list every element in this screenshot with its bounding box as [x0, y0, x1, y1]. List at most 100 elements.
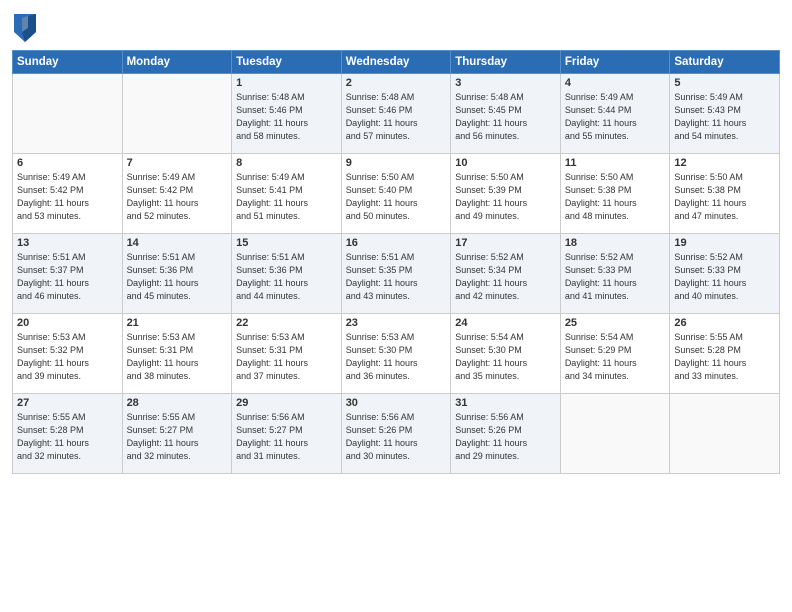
day-number: 25	[565, 317, 666, 329]
day-number: 18	[565, 237, 666, 249]
calendar-cell	[13, 74, 123, 154]
day-number: 3	[455, 77, 556, 89]
logo	[12, 14, 36, 42]
calendar-cell: 3 Sunrise: 5:48 AM Sunset: 5:45 PM Daylig…	[451, 74, 561, 154]
day-number: 16	[346, 237, 447, 249]
day-info: Sunrise: 5:49 AM Sunset: 5:43 PM Dayligh…	[674, 91, 775, 143]
calendar-header: SundayMondayTuesdayWednesdayThursdayFrid…	[13, 51, 780, 74]
calendar-cell: 20Sunrise: 5:53 AM Sunset: 5:32 PM Dayli…	[13, 314, 123, 394]
weekday-header-tuesday: Tuesday	[232, 51, 342, 74]
day-info: Sunrise: 5:52 AM Sunset: 5:33 PM Dayligh…	[674, 251, 775, 303]
calendar-cell: 30 Sunrise: 5:56 AM Sunset: 5:26 PM Dayli…	[341, 394, 451, 474]
calendar-cell: 15Sunrise: 5:51 AM Sunset: 5:36 PM Dayli…	[232, 234, 342, 314]
calendar-cell: 22 Sunrise: 5:53 AM Sunset: 5:31 PM Dayli…	[232, 314, 342, 394]
page-header	[12, 10, 780, 42]
weekday-header-saturday: Saturday	[670, 51, 780, 74]
day-info: Sunrise: 5:54 AM Sunset: 5:30 PM Dayligh…	[455, 331, 556, 383]
weekday-header-sunday: Sunday	[13, 51, 123, 74]
day-number: 24	[455, 317, 556, 329]
day-info: Sunrise: 5:56 AM Sunset: 5:26 PM Dayligh…	[346, 411, 447, 463]
week-row-4: 20Sunrise: 5:53 AM Sunset: 5:32 PM Dayli…	[13, 314, 780, 394]
day-info: Sunrise: 5:50 AM Sunset: 5:39 PM Dayligh…	[455, 171, 556, 223]
calendar-cell: 28 Sunrise: 5:55 AM Sunset: 5:27 PM Dayli…	[122, 394, 232, 474]
day-info: Sunrise: 5:54 AM Sunset: 5:29 PM Dayligh…	[565, 331, 666, 383]
day-info: Sunrise: 5:51 AM Sunset: 5:36 PM Dayligh…	[127, 251, 228, 303]
day-number: 8	[236, 157, 337, 169]
calendar-cell: 4 Sunrise: 5:49 AM Sunset: 5:44 PM Daylig…	[560, 74, 670, 154]
weekday-header-wednesday: Wednesday	[341, 51, 451, 74]
calendar-cell: 18 Sunrise: 5:52 AM Sunset: 5:33 PM Dayli…	[560, 234, 670, 314]
day-number: 17	[455, 237, 556, 249]
day-number: 7	[127, 157, 228, 169]
day-number: 12	[674, 157, 775, 169]
day-number: 22	[236, 317, 337, 329]
day-number: 20	[17, 317, 118, 329]
day-info: Sunrise: 5:52 AM Sunset: 5:33 PM Dayligh…	[565, 251, 666, 303]
week-row-1: 1 Sunrise: 5:48 AM Sunset: 5:46 PM Daylig…	[13, 74, 780, 154]
day-info: Sunrise: 5:55 AM Sunset: 5:28 PM Dayligh…	[17, 411, 118, 463]
day-info: Sunrise: 5:55 AM Sunset: 5:28 PM Dayligh…	[674, 331, 775, 383]
calendar-cell: 2 Sunrise: 5:48 AM Sunset: 5:46 PM Daylig…	[341, 74, 451, 154]
day-info: Sunrise: 5:49 AM Sunset: 5:41 PM Dayligh…	[236, 171, 337, 223]
calendar-cell	[560, 394, 670, 474]
day-number: 21	[127, 317, 228, 329]
day-number: 27	[17, 397, 118, 409]
day-info: Sunrise: 5:49 AM Sunset: 5:42 PM Dayligh…	[17, 171, 118, 223]
calendar-cell: 11 Sunrise: 5:50 AM Sunset: 5:38 PM Dayli…	[560, 154, 670, 234]
day-number: 15	[236, 237, 337, 249]
calendar-cell: 6 Sunrise: 5:49 AM Sunset: 5:42 PM Daylig…	[13, 154, 123, 234]
day-info: Sunrise: 5:48 AM Sunset: 5:46 PM Dayligh…	[346, 91, 447, 143]
calendar-cell	[670, 394, 780, 474]
day-info: Sunrise: 5:50 AM Sunset: 5:38 PM Dayligh…	[674, 171, 775, 223]
day-info: Sunrise: 5:56 AM Sunset: 5:27 PM Dayligh…	[236, 411, 337, 463]
calendar-cell: 16 Sunrise: 5:51 AM Sunset: 5:35 PM Dayli…	[341, 234, 451, 314]
day-number: 10	[455, 157, 556, 169]
day-info: Sunrise: 5:50 AM Sunset: 5:38 PM Dayligh…	[565, 171, 666, 223]
calendar-cell: 26 Sunrise: 5:55 AM Sunset: 5:28 PM Dayli…	[670, 314, 780, 394]
day-number: 14	[127, 237, 228, 249]
day-number: 1	[236, 77, 337, 89]
weekday-header-thursday: Thursday	[451, 51, 561, 74]
weekday-header-row: SundayMondayTuesdayWednesdayThursdayFrid…	[13, 51, 780, 74]
day-number: 30	[346, 397, 447, 409]
calendar-cell: 9Sunrise: 5:50 AM Sunset: 5:40 PM Daylig…	[341, 154, 451, 234]
day-info: Sunrise: 5:49 AM Sunset: 5:44 PM Dayligh…	[565, 91, 666, 143]
logo-icon	[14, 14, 36, 42]
calendar-body: 1 Sunrise: 5:48 AM Sunset: 5:46 PM Daylig…	[13, 74, 780, 474]
calendar-cell: 7Sunrise: 5:49 AM Sunset: 5:42 PM Daylig…	[122, 154, 232, 234]
day-info: Sunrise: 5:51 AM Sunset: 5:37 PM Dayligh…	[17, 251, 118, 303]
day-info: Sunrise: 5:53 AM Sunset: 5:31 PM Dayligh…	[236, 331, 337, 383]
calendar-cell: 8 Sunrise: 5:49 AM Sunset: 5:41 PM Daylig…	[232, 154, 342, 234]
calendar-cell: 21 Sunrise: 5:53 AM Sunset: 5:31 PM Dayli…	[122, 314, 232, 394]
day-info: Sunrise: 5:55 AM Sunset: 5:27 PM Dayligh…	[127, 411, 228, 463]
day-number: 9	[346, 157, 447, 169]
day-info: Sunrise: 5:52 AM Sunset: 5:34 PM Dayligh…	[455, 251, 556, 303]
calendar-table: SundayMondayTuesdayWednesdayThursdayFrid…	[12, 50, 780, 474]
day-number: 11	[565, 157, 666, 169]
calendar-cell: 13Sunrise: 5:51 AM Sunset: 5:37 PM Dayli…	[13, 234, 123, 314]
day-info: Sunrise: 5:53 AM Sunset: 5:31 PM Dayligh…	[127, 331, 228, 383]
day-info: Sunrise: 5:51 AM Sunset: 5:35 PM Dayligh…	[346, 251, 447, 303]
calendar-cell: 12 Sunrise: 5:50 AM Sunset: 5:38 PM Dayli…	[670, 154, 780, 234]
week-row-2: 6 Sunrise: 5:49 AM Sunset: 5:42 PM Daylig…	[13, 154, 780, 234]
day-info: Sunrise: 5:48 AM Sunset: 5:46 PM Dayligh…	[236, 91, 337, 143]
day-number: 2	[346, 77, 447, 89]
calendar-cell: 5 Sunrise: 5:49 AM Sunset: 5:43 PM Daylig…	[670, 74, 780, 154]
day-number: 23	[346, 317, 447, 329]
day-number: 28	[127, 397, 228, 409]
day-number: 31	[455, 397, 556, 409]
day-number: 4	[565, 77, 666, 89]
calendar-cell: 14 Sunrise: 5:51 AM Sunset: 5:36 PM Dayli…	[122, 234, 232, 314]
day-number: 19	[674, 237, 775, 249]
day-number: 6	[17, 157, 118, 169]
calendar-cell	[122, 74, 232, 154]
day-info: Sunrise: 5:48 AM Sunset: 5:45 PM Dayligh…	[455, 91, 556, 143]
calendar-cell: 1 Sunrise: 5:48 AM Sunset: 5:46 PM Daylig…	[232, 74, 342, 154]
calendar-cell: 23Sunrise: 5:53 AM Sunset: 5:30 PM Dayli…	[341, 314, 451, 394]
day-number: 26	[674, 317, 775, 329]
day-number: 5	[674, 77, 775, 89]
calendar-cell: 24 Sunrise: 5:54 AM Sunset: 5:30 PM Dayli…	[451, 314, 561, 394]
calendar-cell: 29 Sunrise: 5:56 AM Sunset: 5:27 PM Dayli…	[232, 394, 342, 474]
week-row-5: 27 Sunrise: 5:55 AM Sunset: 5:28 PM Dayli…	[13, 394, 780, 474]
day-number: 29	[236, 397, 337, 409]
